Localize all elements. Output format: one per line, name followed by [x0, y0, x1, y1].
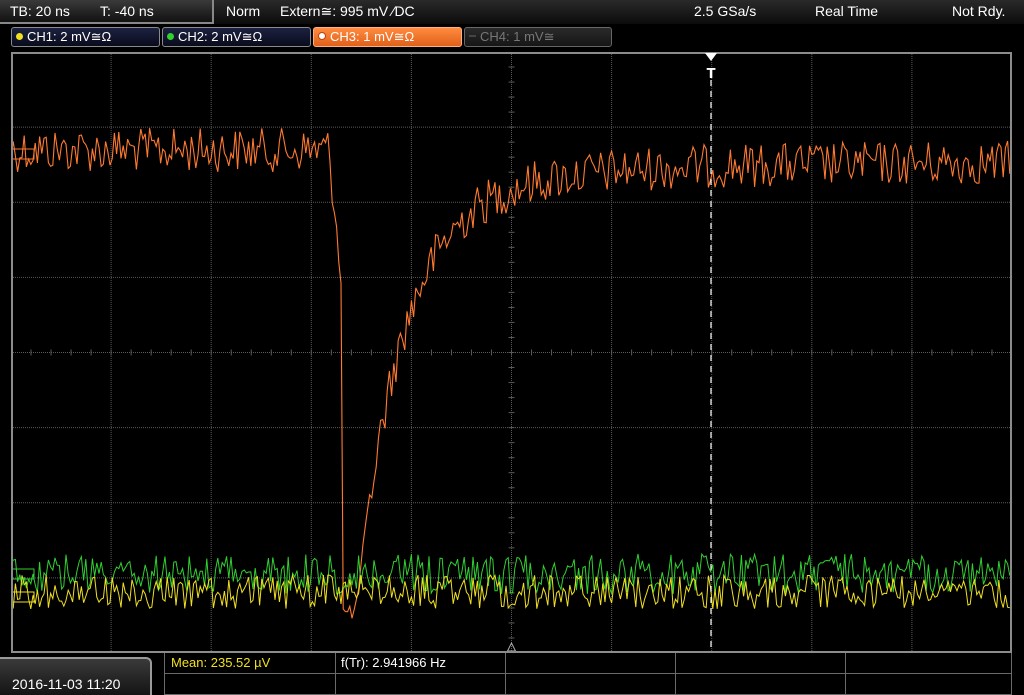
measurement-column-divider: [845, 653, 846, 695]
measurement-row-divider: [165, 673, 1011, 674]
sample-rate-label[interactable]: 2.5 GSa/s: [694, 3, 756, 19]
status-label: Not Rdy.: [952, 3, 1006, 19]
acquisition-mode-label[interactable]: Real Time: [815, 3, 878, 19]
trigger-position-marker[interactable]: T: [703, 53, 719, 81]
frequency-measurement: f(Tr): 2.941966 Hz: [341, 655, 447, 670]
channel-2-label: CH2: 2 mV≅Ω: [178, 29, 263, 44]
channel-1-dot-icon: [16, 33, 23, 40]
measurement-column-divider: [335, 653, 336, 695]
channel-4-button[interactable]: CH4: 1 mV≅: [464, 27, 612, 47]
channel-3-button[interactable]: CH3: 1 mV≅Ω: [313, 27, 462, 47]
channel-1-label: CH1: 2 mV≅Ω: [27, 29, 112, 44]
timebase-box[interactable]: TB: 20 ns T: -40 ns: [0, 0, 214, 24]
graticule-border: [11, 52, 1012, 653]
trigger-mode-label[interactable]: Norm: [226, 3, 260, 19]
measurement-column-divider: [675, 653, 676, 695]
top-status-bar: TB: 20 ns T: -40 ns Norm Extern≅: 995 mV…: [0, 0, 1024, 24]
channel-4-label: CH4: 1 mV≅: [480, 29, 555, 44]
timebase-label: TB: 20 ns: [10, 3, 70, 19]
trigger-time-label: T: -40 ns: [100, 3, 154, 19]
channel-2-dot-icon: [167, 33, 174, 40]
channel-3-dot-icon: [318, 32, 326, 40]
measurement-column-divider: [505, 653, 506, 695]
mean-measurement: Mean: 235.52 µV: [171, 655, 271, 670]
trigger-arrow-icon: [705, 53, 717, 61]
date-time-label: 2016-11-03 11:20: [12, 676, 121, 692]
oscilloscope-screen: TB: 20 ns T: -40 ns Norm Extern≅: 995 mV…: [0, 0, 1024, 695]
channel-1-button[interactable]: CH1: 2 mV≅Ω: [11, 27, 160, 47]
channel-2-button[interactable]: CH2: 2 mV≅Ω: [162, 27, 311, 47]
measurement-panel[interactable]: Mean: 235.52 µV f(Tr): 2.941966 Hz: [164, 653, 1012, 695]
channel-3-label: CH3: 1 mV≅Ω: [330, 29, 415, 44]
trigger-source-label[interactable]: Extern≅: 995 mV ∕DC: [280, 3, 415, 20]
trigger-marker-label: T: [707, 67, 716, 81]
date-time-box: 2016-11-03 11:20: [0, 657, 152, 695]
channel-4-off-icon: [469, 35, 476, 37]
